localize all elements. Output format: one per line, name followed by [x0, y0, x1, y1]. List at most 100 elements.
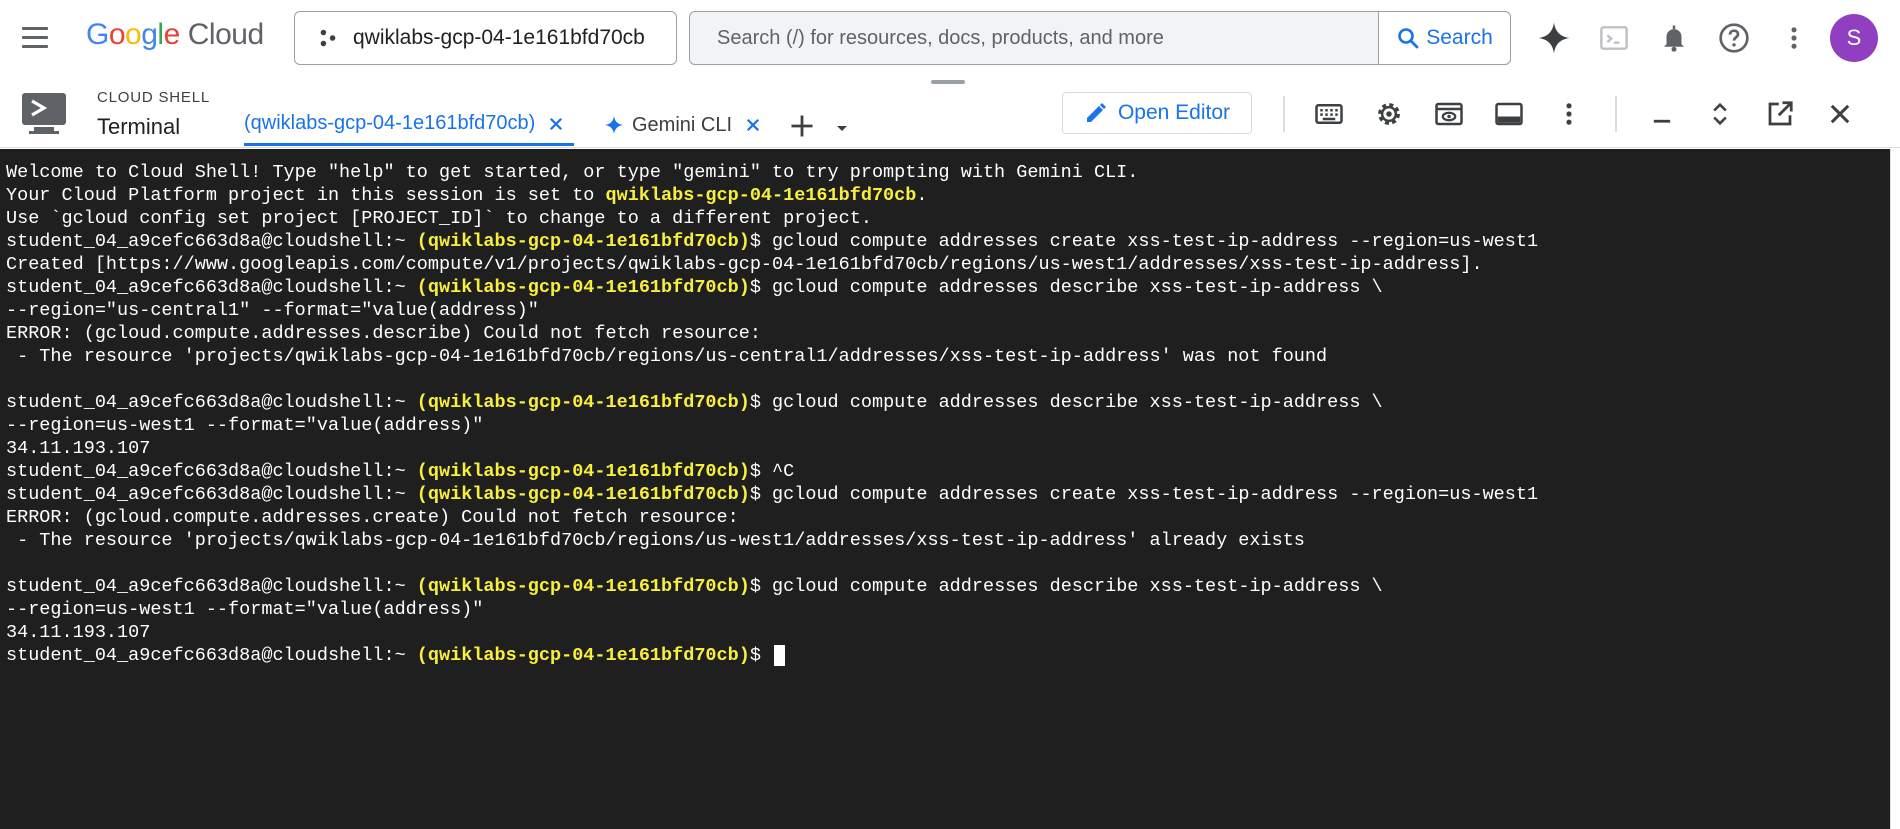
tab-project-terminal[interactable]: (qwiklabs-gcp-04-1e161bfd70cb) [244, 104, 574, 146]
output-text: --region=us-west1 --format="value(addres… [6, 415, 484, 436]
output-text: --region=us-west1 --format="value(addres… [6, 599, 484, 620]
settings-icon[interactable] [1371, 96, 1407, 132]
terminal-line: - The resource 'projects/qwiklabs-gcp-04… [6, 529, 1884, 552]
terminal-line: Welcome to Cloud Shell! Type "help" to g… [6, 161, 1884, 184]
terminal-line: --region=us-west1 --format="value(addres… [6, 414, 1884, 437]
terminal-line: Use `gcloud config set project [PROJECT_… [6, 207, 1884, 230]
command-text: $ gcloud compute addresses describe xss-… [749, 576, 1383, 597]
open-new-window-icon[interactable] [1762, 96, 1798, 132]
web-preview-icon[interactable] [1431, 96, 1467, 132]
output-text: - The resource 'projects/qwiklabs-gcp-04… [6, 530, 1305, 551]
terminal-line: ERROR: (gcloud.compute.addresses.describ… [6, 322, 1884, 345]
terminal-output[interactable]: Welcome to Cloud Shell! Type "help" to g… [0, 149, 1890, 829]
terminal-line: 34.11.193.107 [6, 437, 1884, 460]
terminal-icon [22, 93, 66, 134]
terminal-line: student_04_a9cefc663d8a@cloudshell:~ (qw… [6, 276, 1884, 299]
command-text: . [916, 185, 928, 206]
output-text: Welcome to Cloud Shell! Type "help" to g… [6, 162, 1139, 183]
prompt-user: student_04_a9cefc663d8a@cloudshell:~ [6, 392, 417, 413]
menu-icon[interactable] [20, 24, 52, 52]
output-text: --region="us-central1" --format="value(a… [6, 300, 539, 321]
google-cloud-logo[interactable]: Google Cloud [86, 18, 264, 52]
cloud-shell-icon[interactable] [1594, 18, 1634, 58]
help-icon[interactable] [1714, 18, 1754, 58]
output-text: ERROR: (gcloud.compute.addresses.create)… [6, 507, 739, 528]
prompt-project: (qwiklabs-gcp-04-1e161bfd70cb) [416, 484, 750, 505]
divider [1283, 96, 1285, 132]
prompt-user: student_04_a9cefc663d8a@cloudshell:~ [6, 231, 417, 252]
terminal-line: student_04_a9cefc663d8a@cloudshell:~ (qw… [6, 460, 1884, 483]
terminal-title: Terminal [97, 114, 181, 139]
terminal-line: student_04_a9cefc663d8a@cloudshell:~ (qw… [6, 575, 1884, 598]
project-icon [320, 29, 336, 47]
command-text: $ [749, 645, 773, 666]
command-text: $ gcloud compute addresses create xss-te… [749, 231, 1539, 252]
close-icon[interactable] [547, 115, 565, 133]
prompt-project: (qwiklabs-gcp-04-1e161bfd70cb) [416, 576, 750, 597]
search-input[interactable] [690, 12, 1378, 64]
project-name: qwiklabs-gcp-04-1e161bfd70cb [353, 26, 645, 49]
tab-label: Gemini CLI [632, 113, 733, 136]
output-text: 34.11.193.107 [6, 622, 151, 643]
prompt-user: Your Cloud Platform project in this sess… [6, 185, 606, 206]
search-bar: Search [689, 11, 1511, 65]
output-text: Created [https://www.googleapis.com/comp… [6, 254, 1483, 275]
cloud-shell-toolbar: CLOUD SHELL Terminal (qwiklabs-gcp-04-1e… [0, 76, 1900, 148]
output-text: 34.11.193.107 [6, 438, 151, 459]
prompt-user: student_04_a9cefc663d8a@cloudshell:~ [6, 484, 417, 505]
search-button-label: Search [1426, 26, 1493, 49]
output-text: ERROR: (gcloud.compute.addresses.describ… [6, 323, 761, 344]
keyboard-icon[interactable] [1311, 96, 1347, 132]
scrollbar[interactable] [1890, 149, 1900, 829]
terminal-line: student_04_a9cefc663d8a@cloudshell:~ (qw… [6, 230, 1884, 253]
terminal-line: student_04_a9cefc663d8a@cloudshell:~ (qw… [6, 483, 1884, 506]
prompt-project: (qwiklabs-gcp-04-1e161bfd70cb) [416, 277, 750, 298]
command-text: $ ^C [749, 461, 795, 482]
prompt-project: (qwiklabs-gcp-04-1e161bfd70cb) [416, 392, 750, 413]
tab-gemini-cli[interactable]: Gemini CLI [604, 104, 762, 146]
terminal-line: --region="us-central1" --format="value(a… [6, 299, 1884, 322]
open-editor-button[interactable]: Open Editor [1062, 92, 1252, 134]
prompt-user: student_04_a9cefc663d8a@cloudshell:~ [6, 461, 417, 482]
panel-icon[interactable] [1491, 96, 1527, 132]
more-vert-icon[interactable] [1774, 18, 1814, 58]
output-text: - The resource 'projects/qwiklabs-gcp-04… [6, 346, 1328, 367]
output-text: Use `gcloud config set project [PROJECT_… [6, 208, 872, 229]
dropdown-icon[interactable] [830, 116, 854, 140]
command-text: $ gcloud compute addresses describe xss-… [749, 277, 1383, 298]
notifications-icon[interactable] [1654, 18, 1694, 58]
prompt-user: student_04_a9cefc663d8a@cloudshell:~ [6, 277, 417, 298]
terminal-line: --region=us-west1 --format="value(addres… [6, 598, 1884, 621]
gemini-sparkle-icon [604, 115, 624, 135]
more-vert-icon[interactable] [1551, 96, 1587, 132]
resize-handle[interactable] [931, 80, 965, 84]
tab-label: (qwiklabs-gcp-04-1e161bfd70cb) [244, 112, 536, 134]
project-picker[interactable]: qwiklabs-gcp-04-1e161bfd70cb [294, 11, 677, 65]
add-icon[interactable] [788, 112, 816, 140]
search-icon [1398, 28, 1419, 49]
prompt-project: (qwiklabs-gcp-04-1e161bfd70cb) [416, 461, 750, 482]
terminal-line: ERROR: (gcloud.compute.addresses.create)… [6, 506, 1884, 529]
text-cursor [774, 645, 786, 666]
prompt-user: student_04_a9cefc663d8a@cloudshell:~ [6, 576, 417, 597]
command-text: $ gcloud compute addresses create xss-te… [749, 484, 1539, 505]
maximize-icon[interactable] [1702, 96, 1738, 132]
pencil-icon [1086, 103, 1106, 122]
prompt-project: (qwiklabs-gcp-04-1e161bfd70cb) [416, 231, 750, 252]
close-icon[interactable] [1822, 96, 1858, 132]
minimize-icon[interactable] [1644, 96, 1680, 132]
gemini-sparkle-icon[interactable] [1534, 18, 1574, 58]
avatar[interactable]: S [1830, 14, 1878, 62]
terminal-line: Your Cloud Platform project in this sess… [6, 184, 1884, 207]
terminal-line: 34.11.193.107 [6, 621, 1884, 644]
search-button[interactable]: Search [1378, 12, 1510, 64]
command-text: $ gcloud compute addresses describe xss-… [749, 392, 1383, 413]
terminal-line: - The resource 'projects/qwiklabs-gcp-04… [6, 345, 1884, 368]
prompt-user: student_04_a9cefc663d8a@cloudshell:~ [6, 645, 417, 666]
divider [1615, 96, 1617, 132]
prompt-project: (qwiklabs-gcp-04-1e161bfd70cb) [416, 645, 750, 666]
terminal-line: student_04_a9cefc663d8a@cloudshell:~ (qw… [6, 391, 1884, 414]
close-icon[interactable] [744, 116, 762, 134]
